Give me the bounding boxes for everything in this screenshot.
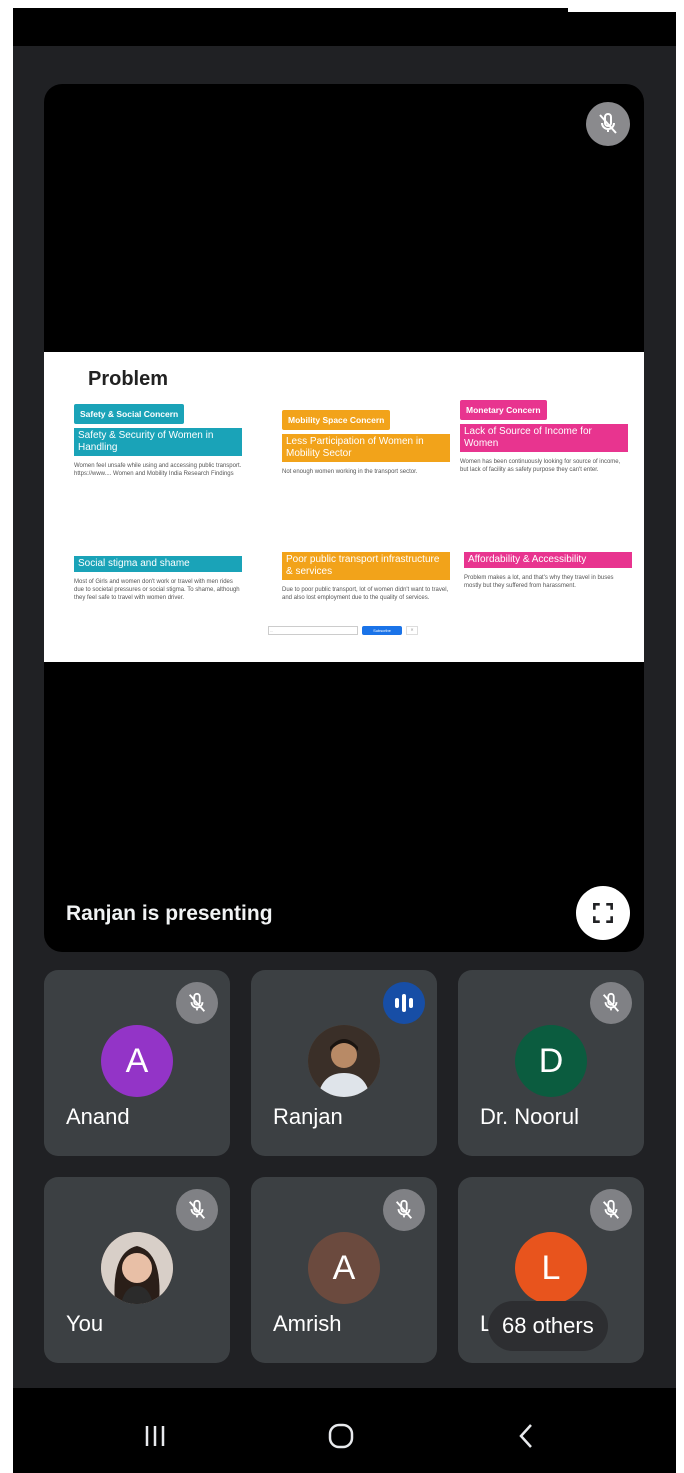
participant-name: Dr. Noorul	[480, 1104, 580, 1129]
slide-footer-button: Subscribe	[362, 626, 402, 635]
slide-subheading: Social stigma and shame	[74, 556, 242, 572]
slide-column-mobility: Mobility Space Concern Less Participatio…	[282, 410, 450, 476]
slide-heading: Safety & Social Concern	[74, 404, 185, 424]
meet-screen: Problem Safety & Social Concern Safety &…	[13, 8, 676, 1473]
slide-subheading: Less Participation of Women in Mobility …	[282, 434, 450, 462]
slide-heading: Monetary Concern	[460, 400, 547, 420]
status-bar	[13, 8, 676, 46]
slide-subheading: Safety & Security of Women in Handling	[74, 428, 242, 456]
slide-footer-close: ✕	[406, 626, 418, 635]
slide-subheading: Lack of Source of Income for Women	[460, 424, 628, 452]
participant-tile-anand[interactable]: A Anand	[44, 970, 230, 1156]
slide-footer-field: ...	[268, 626, 358, 635]
recents-button[interactable]	[125, 1406, 185, 1466]
participant-name: Amrish	[273, 1311, 342, 1336]
mic-off-icon	[176, 982, 218, 1024]
mic-off-icon	[590, 1189, 632, 1231]
slide-heading: Mobility Space Concern	[282, 410, 391, 430]
fullscreen-button[interactable]	[576, 886, 630, 940]
profile-photo	[101, 1232, 173, 1304]
slide-footer: ... Subscribe ✕	[268, 626, 418, 635]
avatar	[308, 1025, 380, 1097]
profile-photo	[308, 1025, 380, 1097]
mic-off-icon	[383, 1189, 425, 1231]
slide-column-safety-2: Social stigma and shame Most of Girls an…	[74, 552, 242, 602]
slide-body-text: Most of Girls and women don't work or tr…	[74, 579, 240, 601]
screen-edge	[568, 8, 676, 12]
recents-icon	[145, 1426, 165, 1446]
slide-body-text: Problem makes a lot, and that's why they…	[464, 575, 614, 589]
audio-level-icon	[383, 982, 425, 1024]
slide-body-text: Due to poor public transport, lot of wom…	[282, 587, 449, 601]
participant-name: Anand	[66, 1104, 130, 1129]
mic-off-icon	[586, 102, 630, 146]
back-button[interactable]	[497, 1406, 557, 1466]
shared-slide: Problem Safety & Social Concern Safety &…	[44, 352, 644, 662]
avatar: A	[308, 1232, 380, 1304]
others-count-button[interactable]: 68 others	[488, 1301, 608, 1351]
slide-body-text: Not enough women working in the transpor…	[282, 469, 418, 475]
avatar: D	[515, 1025, 587, 1097]
presenting-label: Ranjan is presenting	[66, 902, 273, 925]
avatar: L	[515, 1232, 587, 1304]
participant-tile-ranjan[interactable]: Ranjan	[251, 970, 437, 1156]
participant-name: Ranjan	[273, 1104, 343, 1129]
participant-tile-dr-noorul[interactable]: D Dr. Noorul	[458, 970, 644, 1156]
presentation-stage[interactable]: Problem Safety & Social Concern Safety &…	[44, 84, 644, 952]
home-icon	[328, 1423, 354, 1449]
participant-name: You	[66, 1311, 104, 1336]
fullscreen-icon	[593, 903, 613, 923]
avatar: A	[101, 1025, 173, 1097]
slide-subheading: Poor public transport infrastructure & s…	[282, 552, 450, 580]
slide-title: Problem	[88, 368, 169, 390]
participant-tile-amrish[interactable]: A Amrish	[251, 1177, 437, 1363]
slide-subheading: Affordability & Accessibility	[464, 552, 632, 568]
slide-body-text: Women feel unsafe while using and access…	[74, 463, 242, 477]
system-nav-bar	[13, 1388, 676, 1473]
mic-off-icon	[176, 1189, 218, 1231]
slide-column-mobility-2: Poor public transport infrastructure & s…	[282, 548, 450, 602]
slide-column-safety: Safety & Social Concern Safety & Securit…	[74, 404, 242, 478]
participant-tile-you[interactable]: You	[44, 1177, 230, 1363]
slide-column-monetary: Monetary Concern Lack of Source of Incom…	[460, 400, 628, 474]
slide-column-monetary-2: Affordability & Accessibility Problem ma…	[464, 548, 632, 590]
home-button[interactable]	[311, 1406, 371, 1466]
mic-off-icon	[590, 982, 632, 1024]
slide-body-text: Women has been continuously looking for …	[460, 459, 621, 473]
participant-tile-others[interactable]: L L 68 others	[458, 1177, 644, 1363]
back-icon	[519, 1424, 532, 1448]
avatar	[101, 1232, 173, 1304]
